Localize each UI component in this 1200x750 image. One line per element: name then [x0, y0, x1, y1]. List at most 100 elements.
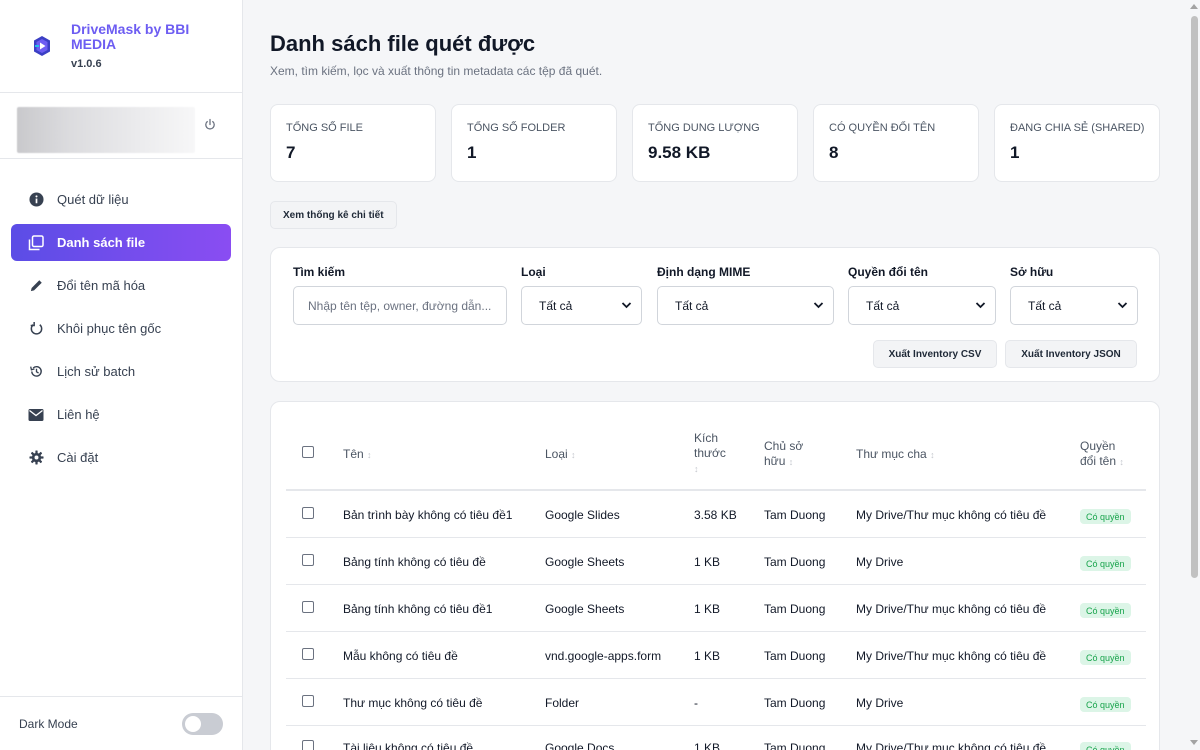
sidebar-item-settings[interactable]: Cài đặt — [11, 439, 231, 476]
rename-permission-badge: Có quyền — [1080, 603, 1131, 618]
cell-size: 1 KB — [694, 649, 721, 663]
rename-filter-select[interactable]: Tất cả — [848, 286, 996, 325]
cell-name: Tài liệu không có tiêu đề — [343, 741, 474, 750]
column-header-name[interactable]: Tên ↕ — [343, 447, 372, 463]
column-header-parent[interactable]: Thư mục cha ↕ — [856, 447, 935, 463]
row-checkbox[interactable] — [302, 554, 314, 566]
cell-name: Mẫu không có tiêu đề — [343, 649, 458, 663]
select-value: Tất cả — [1028, 298, 1062, 313]
logout-power-icon[interactable] — [203, 118, 217, 132]
table-row[interactable]: Tài liệu không có tiêu đề Google Docs 1 … — [286, 726, 1146, 750]
stat-label: Đang chia sẻ (Shared) — [1010, 122, 1145, 134]
info-icon — [28, 192, 44, 208]
select-value: Tất cả — [675, 298, 709, 313]
cell-owner: Tam Duong — [764, 555, 826, 569]
dark-mode-label: Dark Mode — [19, 716, 78, 731]
sidebar: DriveMask by BBI MEDIA v1.0.6 Quét dữ li… — [0, 0, 243, 750]
export-csv-button[interactable]: Xuất Inventory CSV — [873, 340, 997, 368]
row-checkbox[interactable] — [302, 601, 314, 613]
row-checkbox[interactable] — [302, 695, 314, 707]
mail-icon — [28, 407, 44, 423]
scroll-down-arrow-icon[interactable] — [1190, 740, 1198, 745]
sidebar-item-file-list[interactable]: Danh sách file — [11, 224, 231, 261]
rename-permission-badge: Có quyền — [1080, 509, 1131, 524]
cell-parent: My Drive — [856, 696, 904, 710]
page-scrollbar[interactable] — [1188, 0, 1200, 750]
sidebar-item-restore[interactable]: Khôi phục tên gốc — [11, 310, 231, 347]
column-header-size[interactable]: Kích thước ↕ — [694, 431, 734, 477]
export-json-button[interactable]: Xuất Inventory JSON — [1005, 340, 1137, 368]
file-table: Tên ↕ Loại ↕ Kích thước ↕ Chủ sở hữu ↕ Th… — [270, 401, 1160, 750]
page-title: Danh sách file quét được — [270, 31, 536, 56]
stat-card-total-folders: Tổng số folder 1 — [451, 104, 617, 182]
table-row[interactable]: Thư mục không có tiêu đề Folder - Tam Du… — [286, 679, 1146, 726]
column-header-rename[interactable]: Quyền đổi tên ↕ — [1080, 439, 1130, 470]
copy-icon — [28, 234, 44, 251]
table-row[interactable]: Bản trình bày không có tiêu đề1 Google S… — [286, 491, 1146, 538]
header-label: Quyền đổi tên — [1080, 439, 1117, 468]
stat-label: Tổng số file — [286, 122, 364, 134]
history-icon — [28, 364, 44, 380]
sort-icon: ↕ — [571, 450, 576, 460]
header-label: Thư mục cha — [856, 447, 927, 461]
chevron-down-icon — [975, 302, 986, 309]
header-label: Chủ sở hữu — [764, 439, 804, 468]
select-all-checkbox[interactable] — [302, 446, 314, 458]
sidebar-item-rename[interactable]: Đổi tên mã hóa — [11, 267, 231, 304]
row-checkbox[interactable] — [302, 507, 314, 519]
cell-size: 3.58 KB — [694, 508, 737, 522]
cell-name: Bảng tính không có tiêu đề — [343, 555, 486, 569]
brand-name: DriveMask by BBI MEDIA — [71, 21, 190, 52]
cell-owner: Tam Duong — [764, 696, 826, 710]
view-detail-stats-button[interactable]: Xem thống kê chi tiết — [270, 201, 397, 229]
sort-icon: ↕ — [367, 450, 372, 460]
table-row[interactable]: Mẫu không có tiêu đề vnd.google-apps.for… — [286, 632, 1146, 679]
stat-card-shared: Đang chia sẻ (Shared) 1 — [994, 104, 1160, 182]
cell-size: 1 KB — [694, 555, 721, 569]
header-label: Tên — [343, 447, 364, 461]
sort-icon: ↕ — [788, 457, 794, 467]
stat-label: Có quyền đổi tên — [829, 122, 936, 134]
stat-value: 7 — [286, 143, 296, 162]
rename-permission-badge: Có quyền — [1080, 742, 1131, 750]
rename-permission-badge: Có quyền — [1080, 650, 1131, 665]
mime-filter-select[interactable]: Tất cả — [657, 286, 834, 325]
sort-icon: ↕ — [694, 464, 699, 474]
sidebar-item-contact[interactable]: Liên hệ — [11, 396, 231, 433]
sidebar-footer: Dark Mode — [0, 696, 242, 750]
select-value: Tất cả — [539, 298, 573, 313]
stat-value: 9.58 KB — [648, 143, 711, 162]
scroll-up-arrow-icon[interactable] — [1190, 4, 1198, 9]
stat-label: Tổng dung lượng — [648, 122, 760, 134]
cell-size: - — [694, 696, 698, 710]
table-row[interactable]: Bảng tính không có tiêu đề1 Google Sheet… — [286, 585, 1146, 632]
owner-filter-select[interactable]: Tất cả — [1010, 286, 1138, 325]
sidebar-item-label: Liên hệ — [57, 407, 100, 422]
table-row[interactable]: Bảng tính không có tiêu đề Google Sheets… — [286, 538, 1146, 585]
row-checkbox[interactable] — [302, 740, 314, 750]
cell-owner: Tam Duong — [764, 508, 826, 522]
cell-type: Google Sheets — [545, 555, 625, 569]
sidebar-item-label: Lịch sử batch — [57, 364, 136, 379]
row-checkbox[interactable] — [302, 648, 314, 660]
column-header-type[interactable]: Loại ↕ — [545, 447, 576, 463]
stat-card-total-size: Tổng dung lượng 9.58 KB — [632, 104, 798, 182]
cell-owner: Tam Duong — [764, 741, 826, 750]
scrollbar-thumb[interactable] — [1191, 16, 1198, 578]
brand-logo-icon — [30, 34, 54, 58]
dark-mode-toggle[interactable] — [182, 712, 223, 735]
search-input[interactable]: Nhập tên tệp, owner, đường dẫn... — [293, 286, 507, 325]
owner-filter-label: Sở hữu — [1010, 265, 1054, 279]
sidebar-item-history[interactable]: Lịch sử batch — [11, 353, 231, 390]
cell-type: Google Docs — [545, 741, 615, 750]
cell-name: Thư mục không có tiêu đề — [343, 696, 483, 710]
toggle-knob — [185, 715, 201, 732]
chevron-down-icon — [621, 302, 632, 309]
sidebar-item-scan[interactable]: Quét dữ liệu — [11, 181, 231, 218]
cell-parent: My Drive/Thư mục không có tiêu đề — [856, 602, 1047, 616]
rename-filter-label: Quyền đổi tên — [848, 265, 929, 279]
type-filter-select[interactable]: Tất cả — [521, 286, 642, 325]
sidebar-item-label: Khôi phục tên gốc — [57, 321, 162, 336]
cell-type: vnd.google-apps.form — [545, 649, 662, 663]
column-header-owner[interactable]: Chủ sở hữu ↕ — [764, 439, 814, 470]
